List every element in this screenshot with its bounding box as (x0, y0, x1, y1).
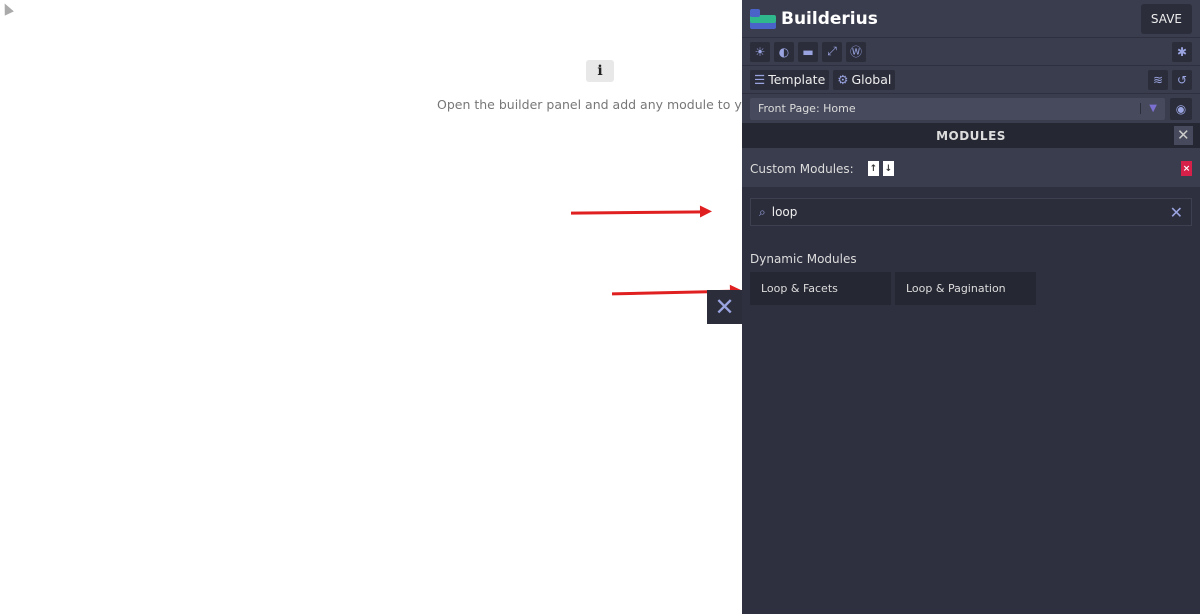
info-icon: i (586, 60, 614, 82)
custom-modules-bar: Custom Modules: ↑ ↓ × (742, 150, 1200, 187)
module-loop-facets[interactable]: Loop & Facets (750, 272, 891, 305)
chevron-down-icon: ▼ (1140, 103, 1165, 114)
contrast-icon[interactable]: ◐ (774, 41, 794, 62)
history-icon[interactable]: ↺ (1172, 69, 1192, 90)
search-icon: ⌕ (759, 204, 766, 219)
tab-global[interactable]: ⚙ Global (833, 69, 896, 90)
category-heading: Dynamic Modules (750, 252, 857, 266)
tab-template[interactable]: ☰ Template (750, 69, 830, 90)
wordpress-icon[interactable]: Ⓦ (846, 41, 866, 62)
file-delete-icon[interactable]: × (1181, 161, 1192, 176)
module-loop-pagination[interactable]: Loop & Pagination (895, 272, 1036, 305)
database-icon[interactable]: ≋ (1148, 69, 1168, 90)
modules-header: MODULES ✕ (742, 123, 1200, 148)
builderius-logo (750, 7, 776, 31)
clear-search-icon[interactable]: ✕ (1170, 203, 1183, 222)
brand-name: Builderius (781, 8, 878, 29)
save-button[interactable]: SAVE (1140, 3, 1192, 34)
mouse-cursor (0, 1, 14, 16)
close-panel-button[interactable]: ✕ (707, 290, 742, 324)
file-upload-icon[interactable]: ↑ (867, 161, 879, 176)
page-select[interactable]: Front Page: Home ▼ (750, 97, 1165, 120)
eye-icon[interactable]: ◉ (1170, 97, 1192, 120)
module-search-input[interactable]: ⌕ loop ✕ (750, 198, 1192, 226)
builder-panel: Builderius SAVE ☀ ◐ ▬ ⤢ Ⓦ ✱ ☰ Template ⚙ G… (742, 0, 1200, 614)
file-download-icon[interactable]: ↓ (882, 161, 894, 176)
empty-canvas-hint: Open the builder panel and add any modul… (437, 97, 742, 112)
expand-icon[interactable]: ⤢ (822, 41, 842, 62)
header: Builderius SAVE (742, 0, 1200, 38)
bug-icon[interactable]: ✱ (1172, 41, 1192, 62)
table-icon: ☰ (754, 72, 766, 87)
align-right-icon[interactable]: ▬ (798, 41, 818, 62)
sun-icon[interactable]: ☀ (750, 41, 770, 62)
close-modules-button[interactable]: ✕ (1174, 126, 1193, 145)
annotation-arrow (570, 210, 707, 215)
cogs-icon: ⚙ (837, 72, 849, 87)
